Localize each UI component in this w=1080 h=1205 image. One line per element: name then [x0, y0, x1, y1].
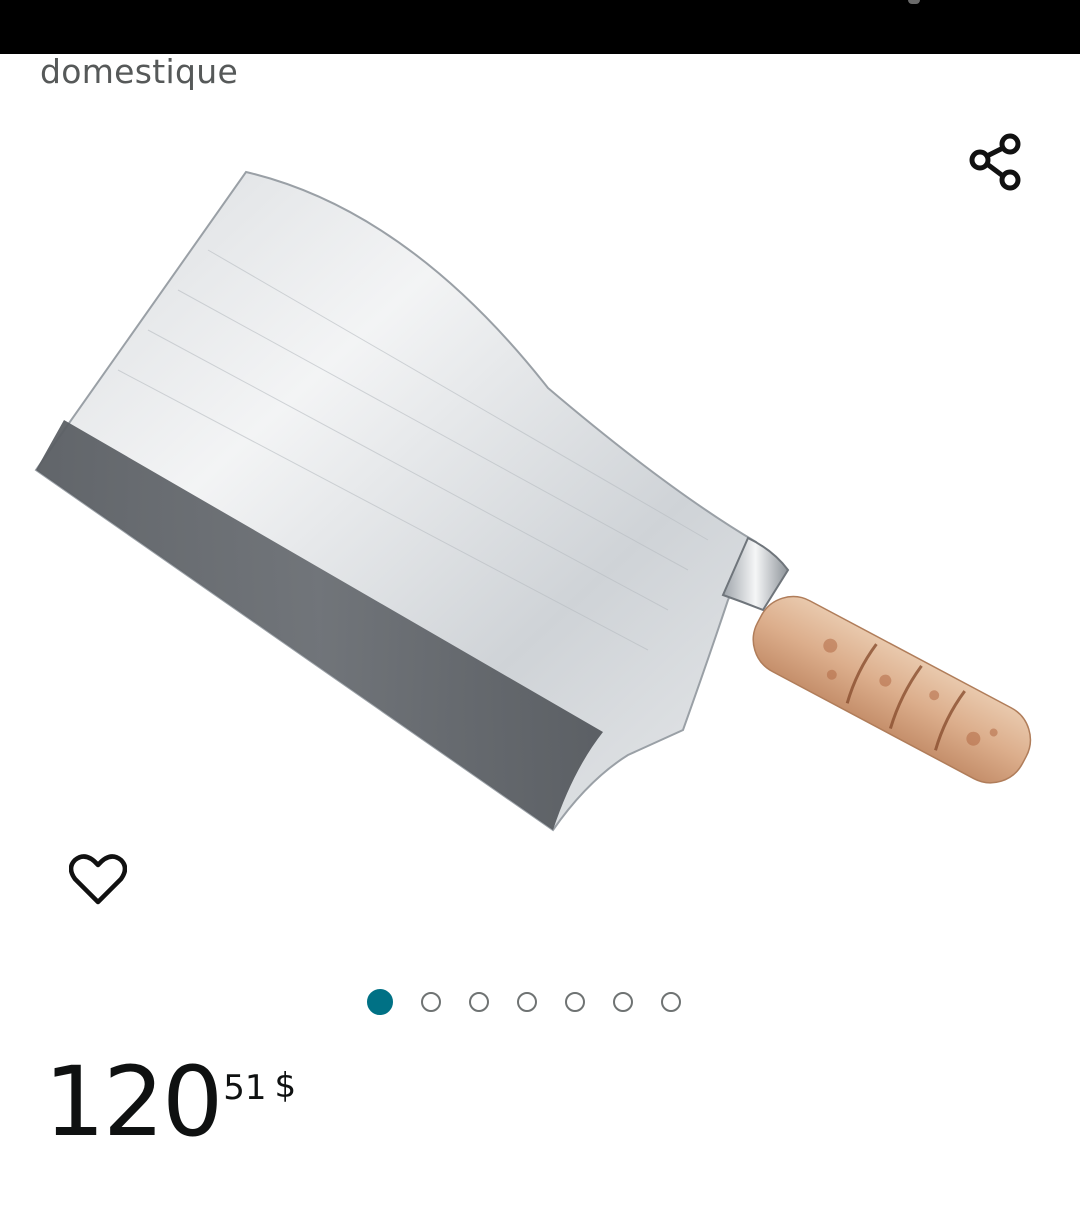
carousel-dot-3[interactable]	[469, 992, 489, 1012]
carousel-dot-7[interactable]	[661, 992, 681, 1012]
heart-icon	[69, 854, 127, 905]
carousel-dot-2[interactable]	[421, 992, 441, 1012]
carousel-dot-4[interactable]	[517, 992, 537, 1012]
carousel-dot-5[interactable]	[565, 992, 585, 1012]
price-whole: 120	[44, 1046, 223, 1158]
product-price: 120 51 $	[44, 1050, 296, 1154]
carousel-dot-6[interactable]	[613, 992, 633, 1012]
product-image[interactable]	[28, 140, 1053, 898]
carousel-pagination	[367, 988, 717, 1016]
category-label: domestique	[40, 52, 239, 91]
price-fraction: 51	[223, 1068, 267, 1108]
price-currency: $	[274, 1066, 297, 1106]
share-button[interactable]	[962, 128, 1030, 196]
product-image-carousel[interactable]	[28, 140, 1053, 898]
wishlist-button[interactable]	[52, 834, 144, 926]
carousel-dot-1[interactable]	[367, 989, 393, 1015]
status-bar	[0, 0, 1080, 54]
status-indicator	[908, 0, 920, 4]
share-icon	[969, 133, 1021, 191]
